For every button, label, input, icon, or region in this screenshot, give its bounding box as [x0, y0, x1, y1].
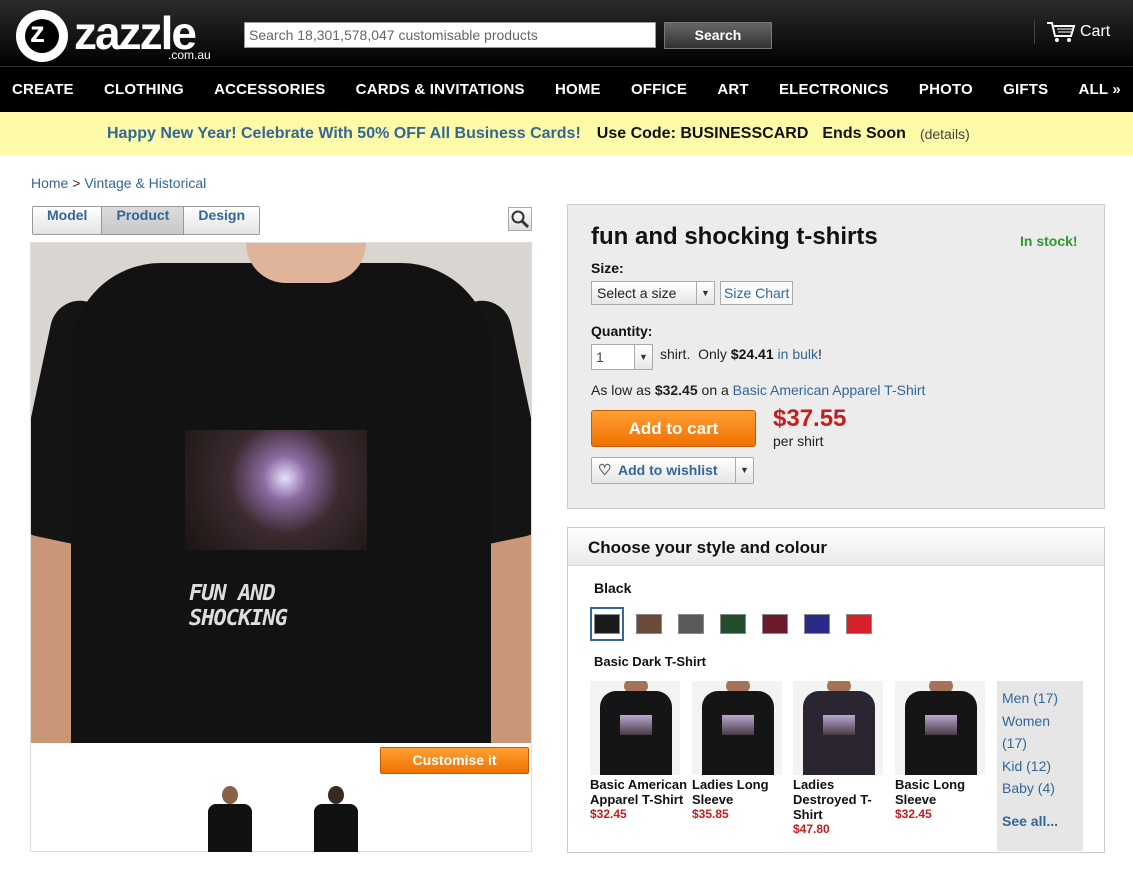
search-button[interactable]: Search — [664, 22, 772, 49]
swatch-navy[interactable] — [800, 607, 834, 641]
product-name: Basic Long Sleeve — [895, 777, 966, 807]
size-chart-link[interactable]: Size Chart — [720, 281, 794, 305]
price-unit: per shirt — [773, 433, 824, 449]
nav-gifts[interactable]: GIFTS — [1003, 81, 1048, 98]
product-thumbnail — [692, 681, 782, 775]
style-colour-panel: Choose your style and colour Black Basic… — [567, 527, 1105, 853]
bulk-pricing: shirt. Only $24.41 in bulk! — [660, 346, 822, 362]
as-low-as: As low as $32.45 on a Basic American App… — [591, 382, 926, 398]
customise-button[interactable]: Customise it — [380, 747, 529, 774]
tab-model[interactable]: Model — [33, 207, 103, 234]
cart-icon — [1047, 22, 1076, 42]
product-thumbnail — [895, 681, 985, 775]
product-price: $47.80 — [793, 822, 830, 836]
zazzle-logo[interactable]: z zazzle .com.au — [16, 7, 236, 62]
promo-headline[interactable]: Happy New Year! Celebrate With 50% OFF A… — [107, 125, 581, 143]
stock-status: In stock! — [1020, 233, 1078, 249]
colour-swatches — [590, 607, 876, 641]
quantity-label: Quantity: — [591, 323, 653, 339]
breadcrumb-home[interactable]: Home — [31, 175, 68, 191]
breadcrumb: Home > Vintage & Historical — [31, 175, 206, 191]
swatch-grey[interactable] — [674, 607, 708, 641]
category-women-link[interactable]: Women (17) — [1002, 710, 1078, 755]
add-to-cart-button[interactable]: Add to cart — [591, 410, 756, 447]
product-price: $32.45 — [895, 807, 932, 821]
cart-label: Cart — [1080, 23, 1111, 40]
shirt-print-photo — [185, 430, 367, 550]
tab-design[interactable]: Design — [184, 207, 260, 234]
audience-categories: Men (17) Women (17) Kid (12) Baby (4) Se… — [997, 681, 1083, 851]
category-kid-link[interactable]: Kid (12) — [1002, 755, 1078, 778]
swatch-green[interactable] — [716, 607, 750, 641]
style-product-card[interactable]: Basic American Apparel T-Shirt $32.45 — [590, 681, 690, 821]
nav-electronics[interactable]: ELECTRONICS — [779, 81, 889, 98]
promo-code: Use Code: BUSINESSCARD — [596, 124, 809, 142]
main-nav: CREATE CLOTHING ACCESSORIES CARDS & INVI… — [0, 66, 1133, 112]
quantity-select[interactable]: 1 ▼ — [591, 344, 653, 370]
thumbnail-back[interactable] — [306, 782, 366, 852]
add-to-wishlist-button[interactable]: ♡ Add to wishlist ▼ — [591, 457, 754, 484]
style-heading: Choose your style and colour — [568, 528, 1104, 566]
nav-home[interactable]: HOME — [555, 81, 601, 98]
shirt-print-text: FUN AND SHOCKING — [189, 581, 288, 631]
product-name: Ladies Destroyed T-Shirt — [793, 777, 872, 822]
see-all-link[interactable]: See all... — [1002, 810, 1078, 833]
heart-icon: ♡ — [598, 462, 612, 479]
promo-details-link[interactable]: (details) — [920, 126, 970, 142]
nav-photo[interactable]: PHOTO — [919, 81, 973, 98]
swatch-maroon[interactable] — [758, 607, 792, 641]
product-main-image[interactable]: FUN AND SHOCKING — [31, 243, 531, 743]
product-name: Ladies Long Sleeve — [692, 777, 769, 807]
logo-domain: .com.au — [168, 48, 211, 62]
tab-product[interactable]: Product — [102, 207, 185, 234]
style-name: Basic Dark T-Shirt — [594, 654, 706, 669]
zoom-button[interactable] — [508, 207, 532, 231]
nav-create[interactable]: CREATE — [12, 81, 74, 98]
swatch-black[interactable] — [590, 607, 624, 641]
product-thumbnail — [590, 681, 680, 775]
purchase-box: fun and shocking t-shirts In stock! Size… — [567, 204, 1105, 509]
nav-clothing[interactable]: CLOTHING — [104, 81, 184, 98]
swatch-brown[interactable] — [632, 607, 666, 641]
swatch-red[interactable] — [842, 607, 876, 641]
header-divider — [1034, 20, 1035, 44]
chevron-down-icon: ▼ — [696, 282, 714, 304]
search-input[interactable]: Search 18,301,578,047 customisable produ… — [244, 22, 656, 48]
breadcrumb-separator: > — [72, 175, 81, 191]
product-price: $32.45 — [590, 807, 627, 821]
thumbnail-front[interactable] — [200, 782, 260, 852]
style-product-card[interactable]: Ladies Long Sleeve $35.85 — [692, 681, 792, 821]
view-tabs: Model Product Design — [32, 206, 261, 235]
promo-ends: Ends Soon — [822, 124, 906, 142]
category-baby-link[interactable]: Baby (4) — [1002, 777, 1078, 800]
base-product-link[interactable]: Basic American Apparel T-Shirt — [733, 382, 926, 398]
style-product-card[interactable]: Basic Long Sleeve $32.45 — [895, 681, 995, 821]
product-name: Basic American Apparel T-Shirt — [590, 777, 688, 807]
product-price: $37.55 — [773, 405, 847, 432]
product-thumbnail — [793, 681, 883, 775]
nav-art[interactable]: ART — [717, 81, 748, 98]
selected-colour-name: Black — [594, 580, 632, 596]
nav-office[interactable]: OFFICE — [631, 81, 687, 98]
product-price: $35.85 — [692, 807, 729, 821]
site-header: z zazzle .com.au Search 18,301,578,047 c… — [0, 0, 1133, 112]
style-product-card[interactable]: Ladies Destroyed T-Shirt $47.80 — [793, 681, 893, 836]
bulk-link[interactable]: in bulk — [778, 346, 818, 362]
magnifier-icon — [511, 210, 530, 229]
chevron-down-icon: ▼ — [634, 345, 652, 369]
breadcrumb-category[interactable]: Vintage & Historical — [84, 175, 206, 191]
category-men-link[interactable]: Men (17) — [1002, 687, 1078, 710]
chevron-down-icon[interactable]: ▼ — [735, 458, 753, 483]
nav-all[interactable]: ALL » — [1078, 81, 1120, 98]
nav-cards-invitations[interactable]: CARDS & INVITATIONS — [356, 81, 525, 98]
style-products: Basic American Apparel T-Shirt $32.45 La… — [590, 681, 1084, 851]
cart-link[interactable]: Cart — [1046, 20, 1110, 44]
nav-accessories[interactable]: ACCESSORIES — [214, 81, 325, 98]
promo-banner: Happy New Year! Celebrate With 50% OFF A… — [0, 112, 1133, 155]
size-select[interactable]: Select a size ▼ — [591, 281, 715, 305]
product-title: fun and shocking t-shirts — [591, 223, 878, 250]
size-label: Size: — [591, 260, 624, 276]
